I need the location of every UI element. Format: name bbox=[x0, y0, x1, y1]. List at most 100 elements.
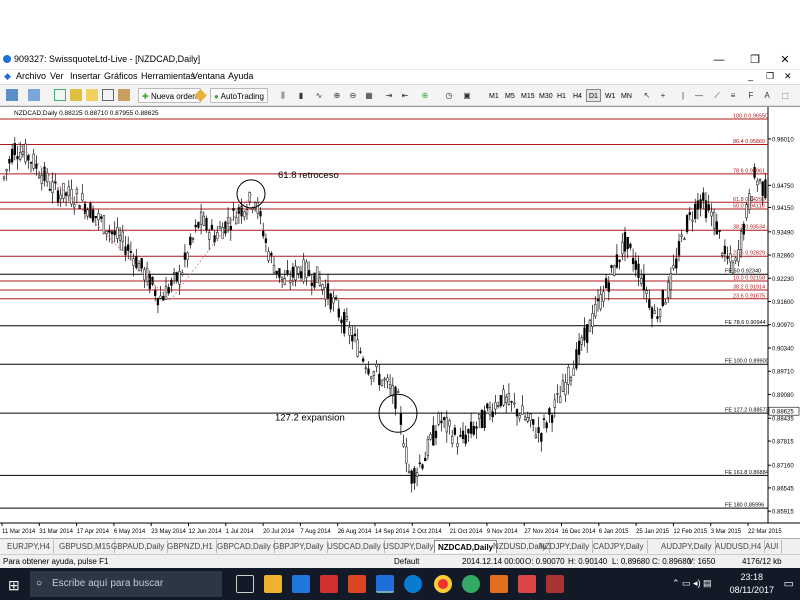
candle-body bbox=[181, 272, 184, 275]
line-chart-button[interactable]: ∿ bbox=[312, 88, 326, 103]
chart-tab[interactable]: GBPCAD,Daily bbox=[214, 540, 275, 553]
new-chart-icon[interactable] bbox=[6, 89, 18, 101]
tf-d1[interactable]: D1 bbox=[586, 89, 601, 102]
candlestick-button[interactable]: ▮ bbox=[294, 88, 308, 103]
taskbar-clock[interactable]: 23:18 08/11/2017 bbox=[730, 571, 774, 597]
chart-tab[interactable]: EURJPY,H4 bbox=[4, 540, 54, 553]
candle-body bbox=[602, 291, 605, 302]
navigator-icon[interactable] bbox=[86, 89, 98, 101]
new-order-button[interactable]: ✚ Nueva orden bbox=[138, 88, 201, 103]
chart-tab[interactable]: NZDJPY,Daily bbox=[536, 540, 594, 553]
chart-tab[interactable]: NZDCAD,Daily bbox=[434, 540, 498, 553]
maximize-button[interactable]: ❐ bbox=[742, 52, 768, 68]
channel-tool[interactable]: ≡ bbox=[726, 88, 740, 103]
chart-tab[interactable]: AUI bbox=[762, 540, 783, 553]
candle-body bbox=[105, 230, 108, 235]
candle-body bbox=[167, 287, 170, 294]
cursor-tool[interactable]: ↖ bbox=[640, 88, 654, 103]
app-icon-darkred[interactable] bbox=[546, 575, 564, 593]
menu-ayuda[interactable]: Ayuda bbox=[228, 71, 253, 81]
app-icon-orange[interactable] bbox=[490, 575, 508, 593]
app-icon-green[interactable] bbox=[462, 575, 480, 593]
terminal-icon[interactable] bbox=[102, 89, 114, 101]
zoom-in-button[interactable]: ⊕ bbox=[330, 88, 344, 103]
inner-close-button[interactable]: ✕ bbox=[784, 71, 792, 82]
inner-restore-button[interactable]: ❐ bbox=[766, 71, 774, 82]
auto-scroll-button[interactable]: ⇥ bbox=[382, 88, 396, 103]
date-axis-label: 27 Nov 2014 bbox=[524, 529, 559, 535]
taskbar-search-input[interactable]: ○ Escribe aquí para buscar bbox=[30, 571, 222, 597]
candle-body bbox=[32, 153, 35, 169]
edge-browser-icon[interactable] bbox=[404, 575, 422, 593]
zoom-out-button[interactable]: ⊖ bbox=[346, 88, 360, 103]
tf-h1[interactable]: H1 bbox=[554, 89, 569, 102]
menu-insertar[interactable]: Insertar bbox=[70, 71, 101, 81]
menu-ver[interactable]: Ver bbox=[50, 71, 64, 81]
trendline-tool[interactable]: ⟋ bbox=[710, 88, 724, 103]
chart-canvas[interactable]: NZDCAD,Daily 0.88225 0.88710 0.87955 0.8… bbox=[0, 107, 800, 539]
periods-button[interactable]: ◷ bbox=[442, 88, 456, 103]
candle-body bbox=[518, 414, 521, 419]
menu-herramientas[interactable]: Herramientas bbox=[141, 71, 195, 81]
tf-m5[interactable]: M5 bbox=[502, 89, 518, 102]
tf-m1[interactable]: M1 bbox=[486, 89, 502, 102]
tf-mn[interactable]: MN bbox=[618, 89, 635, 102]
office-icon[interactable] bbox=[348, 575, 366, 593]
tf-h4[interactable]: H4 bbox=[570, 89, 585, 102]
chart-tab[interactable]: AUDUSD,H4 bbox=[712, 540, 766, 553]
label-tool[interactable]: ⬚ bbox=[778, 88, 792, 103]
chart-tab[interactable]: GBPUSD,M15 bbox=[56, 540, 115, 553]
chart-menu-icon[interactable]: ◆ bbox=[4, 71, 11, 82]
menu-ventana[interactable]: Ventana bbox=[192, 71, 225, 81]
chart-tab[interactable]: AUDJPY,Daily bbox=[658, 540, 716, 553]
autotrading-button[interactable]: ● AutoTrading bbox=[210, 88, 268, 103]
vertical-line-tool[interactable]: | bbox=[676, 88, 690, 103]
metatrader-taskbar-icon[interactable] bbox=[376, 575, 394, 593]
price-axis-label: 0.85915 bbox=[772, 510, 794, 516]
chart-tab[interactable]: GBPAUD,Daily bbox=[108, 540, 169, 553]
tray-icons[interactable]: ⌃ ▭ ◂) ▤ bbox=[672, 578, 712, 589]
minimize-button[interactable]: — bbox=[706, 52, 732, 68]
candle-body bbox=[415, 471, 419, 477]
text-tool[interactable]: A bbox=[760, 88, 774, 103]
windows-start-icon[interactable]: ⊞ bbox=[8, 577, 20, 594]
tf-m30[interactable]: M30 bbox=[536, 89, 556, 102]
price-axis-label: 0.90340 bbox=[772, 346, 794, 352]
data-window-icon[interactable] bbox=[70, 89, 82, 101]
chart-tab[interactable]: USDCAD,Daily bbox=[324, 540, 385, 553]
chrome-browser-icon[interactable] bbox=[434, 575, 452, 593]
horizontal-line-tool[interactable]: — bbox=[692, 88, 706, 103]
mail-icon[interactable] bbox=[320, 575, 338, 593]
store-icon[interactable] bbox=[292, 575, 310, 593]
indicators-button[interactable]: ⊕ bbox=[418, 88, 432, 103]
tf-w1[interactable]: W1 bbox=[602, 89, 619, 102]
tf-m15[interactable]: M15 bbox=[518, 89, 538, 102]
crosshair-tool[interactable]: + bbox=[656, 88, 670, 103]
chart-tab[interactable]: CADJPY,Daily bbox=[590, 540, 648, 553]
app-icon-red[interactable] bbox=[518, 575, 536, 593]
tile-windows-button[interactable]: ▦ bbox=[362, 88, 376, 103]
close-button[interactable]: ✕ bbox=[772, 52, 798, 68]
retracement-circle[interactable] bbox=[236, 179, 266, 209]
menu-graficos[interactable]: Gráficos bbox=[104, 71, 138, 81]
notifications-icon[interactable]: ▭ bbox=[784, 577, 794, 590]
chart-tab[interactable]: USDJPY,Daily bbox=[380, 540, 438, 553]
market-watch-icon[interactable] bbox=[54, 89, 66, 101]
fibonacci-tool[interactable]: F bbox=[744, 88, 758, 103]
window-title-bar[interactable]: 909327: SwissquoteLtd-Live - [NZDCAD,Dai… bbox=[0, 50, 800, 70]
price-axis-label: 0.94750 bbox=[772, 184, 794, 190]
file-explorer-icon[interactable] bbox=[264, 575, 282, 593]
price-chart[interactable]: NZDCAD,Daily 0.88225 0.88710 0.87955 0.8… bbox=[0, 106, 800, 538]
chart-tab[interactable]: GBPNZD,H1 bbox=[164, 540, 217, 553]
profiles-icon[interactable] bbox=[28, 89, 40, 101]
strategy-tester-icon[interactable] bbox=[118, 89, 130, 101]
chart-tab[interactable]: GBPJPY,Daily bbox=[270, 540, 328, 553]
task-view-icon[interactable] bbox=[236, 575, 254, 593]
fib-anchor-line[interactable] bbox=[17, 142, 253, 302]
chart-shift-button[interactable]: ⇤ bbox=[398, 88, 412, 103]
candle-body bbox=[121, 231, 124, 243]
bar-chart-button[interactable]: ⫼ bbox=[276, 88, 290, 103]
inner-minimize-button[interactable]: _ bbox=[748, 71, 753, 81]
menu-archivo[interactable]: Archivo bbox=[16, 71, 46, 81]
templates-button[interactable]: ▣ bbox=[460, 88, 474, 103]
